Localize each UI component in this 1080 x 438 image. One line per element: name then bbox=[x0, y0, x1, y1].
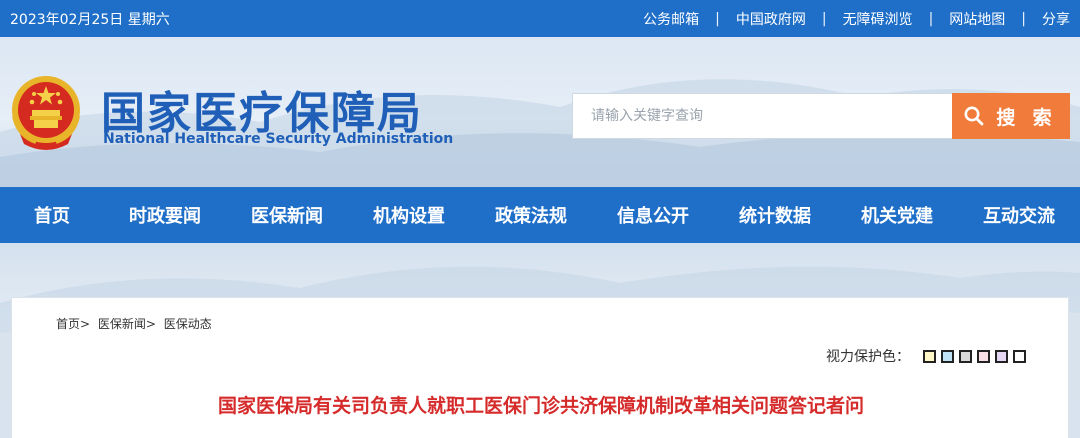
main-nav: 首页 时政要闻 医保新闻 机构设置 政策法规 信息公开 统计数据 机关党建 互动… bbox=[0, 187, 1080, 243]
separator: | bbox=[1021, 11, 1026, 27]
nav-item-healthcare-news[interactable]: 医保新闻 bbox=[226, 187, 348, 243]
link-accessibility[interactable]: 无障碍浏览 bbox=[843, 9, 913, 29]
nav-item-disclosure[interactable]: 信息公开 bbox=[592, 187, 714, 243]
color-swatch-purple[interactable] bbox=[995, 349, 1008, 363]
link-gov-portal[interactable]: 中国政府网 bbox=[736, 9, 806, 29]
top-bar: 2023年02月25日 星期六 公务邮箱 | 中国政府网 | 无障碍浏览 | 网… bbox=[0, 0, 1080, 37]
separator: | bbox=[821, 11, 827, 27]
nav-item-organization[interactable]: 机构设置 bbox=[348, 187, 470, 243]
vision-protection-colors: 视力保护色： bbox=[826, 346, 1026, 366]
breadcrumb-healthcare-news[interactable]: 医保新闻> bbox=[98, 317, 156, 331]
link-official-mail[interactable]: 公务邮箱 bbox=[643, 9, 699, 29]
separator: | bbox=[928, 11, 934, 27]
nav-item-politics-news[interactable]: 时政要闻 bbox=[104, 187, 226, 243]
article-panel: 首页> 医保新闻> 医保动态 视力保护色： 国家医保局有关司负责人就职工医保门诊… bbox=[11, 297, 1069, 438]
search-button[interactable]: 搜 索 bbox=[952, 93, 1070, 139]
link-share[interactable]: 分享 bbox=[1042, 9, 1070, 29]
search-input[interactable] bbox=[572, 93, 952, 139]
color-swatch-gray[interactable] bbox=[959, 349, 972, 363]
color-swatch-white[interactable] bbox=[1013, 349, 1026, 363]
site-logo-subtitle: National Healthcare Security Administrat… bbox=[103, 131, 454, 147]
breadcrumb: 首页> 医保新闻> 医保动态 bbox=[56, 315, 216, 332]
current-date: 2023年02月25日 星期六 bbox=[10, 12, 170, 28]
color-swatch-pink[interactable] bbox=[977, 349, 990, 363]
article-title: 国家医保局有关司负责人就职工医保门诊共济保障机制改革相关问题答记者问 bbox=[217, 395, 864, 417]
separator: | bbox=[715, 11, 720, 27]
link-site-map[interactable]: 网站地图 bbox=[949, 9, 1005, 29]
color-swatch-yellow[interactable] bbox=[923, 349, 936, 363]
nav-item-policies[interactable]: 政策法规 bbox=[470, 187, 592, 243]
search-icon bbox=[964, 106, 984, 126]
vision-protection-label: 视力保护色： bbox=[826, 349, 910, 365]
breadcrumb-healthcare-updates[interactable]: 医保动态 bbox=[164, 317, 212, 331]
top-links: 公务邮箱 | 中国政府网 | 无障碍浏览 | 网站地图 | 分享 bbox=[643, 9, 1070, 29]
nav-item-statistics[interactable]: 统计数据 bbox=[714, 187, 836, 243]
national-emblem-icon[interactable] bbox=[8, 72, 84, 152]
site-header: 国家医疗保障局 National Healthcare Security Adm… bbox=[0, 37, 1080, 187]
nav-item-home[interactable]: 首页 bbox=[0, 187, 104, 243]
nav-item-party-building[interactable]: 机关党建 bbox=[836, 187, 958, 243]
search-button-label: 搜 索 bbox=[996, 107, 1058, 129]
breadcrumb-home[interactable]: 首页> bbox=[56, 317, 90, 331]
color-swatch-blue[interactable] bbox=[941, 349, 954, 363]
nav-item-interaction[interactable]: 互动交流 bbox=[958, 187, 1080, 243]
